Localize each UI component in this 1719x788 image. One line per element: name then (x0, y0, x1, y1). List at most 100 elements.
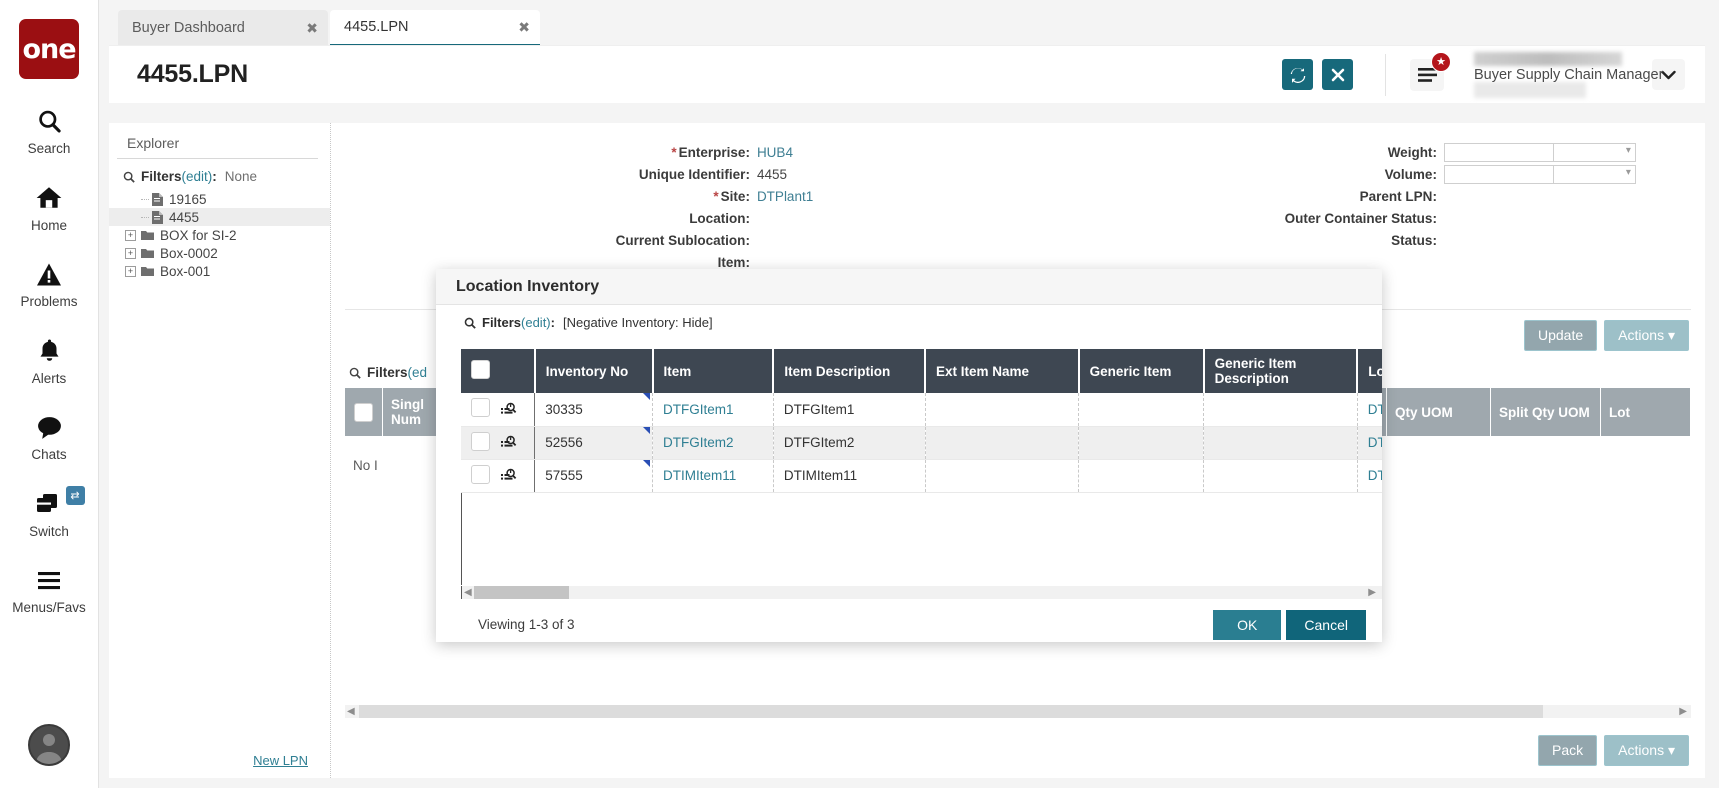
rail-item-alerts[interactable]: Alerts (0, 335, 99, 386)
one-network-logo[interactable]: one (19, 19, 79, 79)
ok-button[interactable]: OK (1213, 610, 1281, 640)
cell-location[interactable]: DTPlan (1357, 426, 1382, 459)
cell-item[interactable]: DTFGItem1 (653, 393, 774, 426)
cell-link[interactable]: DTPlan (1368, 402, 1382, 417)
favorites-star-badge[interactable]: ★ (1431, 52, 1451, 72)
tree-node-box-for-si-2[interactable]: + BOX for SI-2 (109, 226, 330, 244)
user-menu[interactable]: Buyer Supply Chain Manager (1474, 52, 1685, 98)
cell-link[interactable]: DTFGItem2 (663, 435, 734, 450)
scroll-left-arrow-icon[interactable]: ◀ (347, 706, 355, 717)
row-checkbox[interactable] (461, 426, 500, 459)
field-label-text: Outer Container Status (1285, 211, 1433, 226)
switch-badge-icon[interactable]: ⇄ (66, 486, 85, 505)
tab-close-icon[interactable]: ✖ (306, 20, 318, 37)
grid-filters-edit-link[interactable]: (ed (408, 365, 428, 380)
table-row[interactable]: 30335 DTFGItem1 DTFGItem1 DTPlan (461, 393, 1382, 426)
actions-dropdown-button[interactable]: Actions ▾ (1604, 320, 1689, 351)
col-generic-item-description[interactable]: Generic Item Description (1204, 349, 1358, 393)
user-role-label: Buyer Supply Chain Manager (1474, 67, 1663, 83)
volume-input[interactable] (1444, 165, 1554, 184)
field-parent-lpn: Parent LPN: (1018, 185, 1705, 207)
col-location[interactable]: Location (1357, 349, 1382, 393)
cancel-button[interactable]: Cancel (1286, 610, 1366, 640)
bottom-actions-dropdown-button[interactable]: Actions ▾ (1604, 735, 1689, 766)
scroll-left-arrow-icon[interactable]: ◀ (464, 587, 472, 598)
col-inventory-no[interactable]: Inventory No (535, 349, 653, 393)
rail-label-switch: Switch (29, 525, 69, 539)
row-checkbox[interactable] (461, 459, 500, 492)
cell-link[interactable]: DTFGItem1 (663, 402, 734, 417)
scrollbar-thumb[interactable] (359, 705, 1543, 718)
row-checkbox[interactable] (461, 393, 500, 426)
expand-icon[interactable]: + (125, 230, 136, 241)
expand-icon[interactable]: + (125, 266, 136, 277)
tab-4455-lpn[interactable]: 4455.LPN ✖ (330, 10, 540, 46)
inventory-detail-icon[interactable] (500, 426, 535, 459)
table-row[interactable]: 57555 DTIMItem11 DTIMItem11 DTPlan (461, 459, 1382, 492)
dialog-horizontal-scrollbar[interactable]: ◀ ▶ (461, 586, 1382, 599)
cell-link[interactable]: DTPlan (1368, 435, 1382, 450)
field-site: *Site: DTPlant1 (331, 185, 1018, 207)
cell-location[interactable]: DTPlan (1357, 459, 1382, 492)
avatar[interactable] (28, 724, 70, 766)
scroll-right-arrow-icon[interactable]: ▶ (1679, 706, 1687, 717)
cell-link[interactable]: DTPlan (1368, 468, 1382, 483)
tab-buyer-dashboard[interactable]: Buyer Dashboard ✖ (118, 10, 328, 46)
select-all-checkbox[interactable] (461, 349, 500, 393)
rail-item-switch[interactable]: ⇄ Switch (0, 488, 99, 539)
dialog-filters-edit-link[interactable]: (edit) (521, 315, 551, 330)
expand-icon[interactable]: + (125, 248, 136, 259)
scrollbar-thumb[interactable] (474, 586, 569, 599)
file-icon (152, 193, 163, 206)
grid-col-split-qty-uom[interactable]: Split Qty UOM (1491, 388, 1601, 436)
dialog-filters[interactable]: Filters (edit) : [Negative Inventory: Hi… (436, 305, 1382, 338)
field-volume: Volume: (1018, 163, 1705, 185)
actions-label: Actions (1618, 742, 1664, 758)
cell-item[interactable]: DTFGItem2 (653, 426, 774, 459)
inventory-detail-icon[interactable] (500, 459, 535, 492)
scroll-right-arrow-icon[interactable]: ▶ (1368, 587, 1376, 598)
grid-select-all-checkbox[interactable] (345, 388, 383, 436)
refresh-icon[interactable] (1282, 59, 1313, 90)
cell-text: DTIMItem11 (784, 468, 857, 483)
grid-col-lot[interactable]: Lot (1601, 388, 1691, 436)
rail-item-chats[interactable]: Chats (0, 411, 99, 462)
rail-item-menus-favs[interactable]: Menus/Favs (0, 564, 99, 615)
update-button[interactable]: Update (1524, 320, 1597, 351)
tree-node-4455[interactable]: 4455 (109, 208, 330, 226)
cell-generic-item-description (1204, 459, 1358, 492)
tree-node-box-001[interactable]: + Box-001 (109, 262, 330, 280)
field-value-enterprise[interactable]: HUB4 (757, 145, 793, 160)
grid-horizontal-scrollbar[interactable]: ◀ ▶ (345, 705, 1691, 718)
weight-uom-select[interactable] (1554, 143, 1636, 162)
close-icon[interactable] (1322, 59, 1353, 90)
cell-location[interactable]: DTPlan (1357, 393, 1382, 426)
cell-item[interactable]: DTIMItem11 (653, 459, 774, 492)
volume-uom-select[interactable] (1554, 165, 1636, 184)
rail-item-home[interactable]: Home (0, 182, 99, 233)
rail-item-search[interactable]: Search (0, 105, 99, 156)
explorer-filters[interactable]: Filters (edit) : None (109, 159, 330, 188)
col-generic-item[interactable]: Generic Item (1079, 349, 1204, 393)
inventory-detail-icon[interactable] (500, 393, 535, 426)
explorer-filters-edit-link[interactable]: (edit) (182, 169, 213, 184)
pack-button[interactable]: Pack (1538, 735, 1597, 766)
field-value-site[interactable]: DTPlant1 (757, 189, 813, 204)
tree-node-19165[interactable]: 19165 (109, 190, 330, 208)
col-item-description[interactable]: Item Description (773, 349, 925, 393)
new-lpn-link[interactable]: New LPN (253, 753, 308, 768)
table-row[interactable]: 52556 DTFGItem2 DTFGItem2 DTPlan (461, 426, 1382, 459)
grid-col-label-line1: Singl (391, 397, 424, 412)
col-ext-item-name[interactable]: Ext Item Name (925, 349, 1079, 393)
tree-connector (141, 217, 149, 218)
cell-note-marker-icon (643, 427, 650, 434)
tab-close-icon[interactable]: ✖ (518, 19, 530, 36)
grid-col-qty-uom[interactable]: Qty UOM (1387, 388, 1491, 436)
rail-item-problems[interactable]: Problems (0, 258, 99, 309)
tree-node-box-0002[interactable]: + Box-0002 (109, 244, 330, 262)
weight-input[interactable] (1444, 143, 1554, 162)
hamburger-menu-icon[interactable]: ★ (1410, 59, 1444, 91)
cell-link[interactable]: DTIMItem11 (663, 468, 736, 483)
dialog-footer: Viewing 1-3 of 3 OK Cancel (436, 607, 1382, 642)
col-item[interactable]: Item (653, 349, 774, 393)
